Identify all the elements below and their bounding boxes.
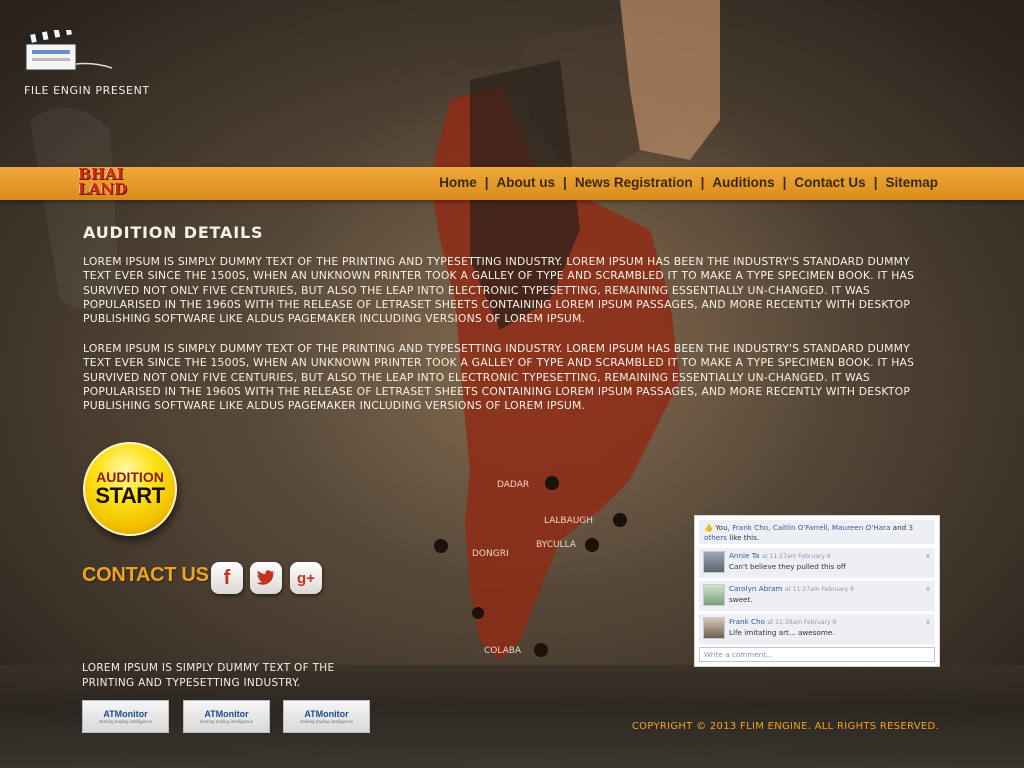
likes-summary: 👍 You, Frank Cho, Caitlin O'Farrell, Mau… — [699, 520, 935, 544]
nav-about-us[interactable]: About us — [497, 175, 556, 190]
comment-author[interactable]: Frank Cho — [729, 617, 765, 626]
contact-us-heading: CONTACT US — [82, 564, 209, 586]
partner-tagline: sharing trading intelligence — [299, 719, 354, 724]
thumbs-up-icon: 👍 — [704, 523, 713, 532]
avatar[interactable] — [703, 584, 725, 606]
close-icon[interactable]: x — [926, 551, 930, 561]
facebook-glyph: f — [223, 566, 231, 589]
facebook-comments-widget: 👍 You, Frank Cho, Caitlin O'Farrell, Mau… — [694, 515, 940, 667]
comment-item: Frank Cho at 11:30am February 9 Life imi… — [699, 614, 935, 644]
comment-text: sweet. — [729, 595, 753, 604]
likes-suffix: like this. — [729, 533, 760, 542]
partner-logo[interactable]: ATMonitor sharing trading intelligence — [283, 700, 370, 733]
content-paragraph: Lorem Ipsum is simply dummy text of the … — [83, 255, 915, 326]
likes-you: You, — [715, 523, 730, 532]
page-title: AUDITION DETAILS — [83, 223, 264, 242]
comment-author[interactable]: Annie Ta — [729, 551, 759, 560]
avatar[interactable] — [703, 617, 725, 639]
twitter-bird-icon — [256, 570, 275, 585]
map-label: DONGRI — [472, 549, 509, 559]
nav-separator: | — [484, 175, 489, 190]
comment-item: Carolyn Abram at 11:27am February 9 swee… — [699, 581, 935, 611]
google-plus-glyph: g+ — [297, 569, 315, 587]
nav-auditions[interactable]: Auditions — [712, 175, 774, 190]
map-label: DADAR — [497, 480, 530, 490]
presents-text: FILE ENGIN PRESENT — [24, 84, 150, 97]
main-nav: Home | About us | News Registration | Au… — [439, 175, 938, 190]
facebook-icon[interactable]: f — [211, 562, 243, 594]
close-icon[interactable]: x — [926, 584, 930, 594]
map-label: BYCULLA — [536, 540, 576, 550]
nav-sitemap[interactable]: Sitemap — [885, 175, 938, 190]
nav-separator: | — [782, 175, 787, 190]
twitter-icon[interactable] — [250, 562, 282, 594]
audition-start-button[interactable]: AUDITION START — [83, 442, 177, 536]
nav-news-registration[interactable]: News Registration — [575, 175, 693, 190]
copyright-text: COPYRIGHT © 2013 FLIM ENGINE. ALL RIGHTS… — [631, 721, 939, 732]
comment-time: at 11:27am February 9 — [761, 553, 831, 560]
footer-text: Lorem Ipsum is simply dummy text of the … — [82, 662, 335, 689]
partner-name: ATMonitor — [204, 709, 249, 719]
partner-tagline: sharing trading intelligence — [199, 719, 254, 724]
map-label: COLABA — [484, 646, 522, 656]
comment-text: Can't believe they pulled this off — [729, 562, 846, 571]
partner-logo[interactable]: ATMonitor sharing trading intelligence — [82, 700, 169, 733]
comment-item: Annie Ta at 11:27am February 9 Can't bel… — [699, 548, 935, 578]
clapperboard-logo-icon[interactable] — [24, 30, 114, 76]
nav-separator: | — [873, 175, 878, 190]
nav-separator: | — [700, 175, 705, 190]
start-button-label: START — [95, 483, 165, 508]
comment-text: Life imitating art... awesome. — [729, 628, 835, 637]
nav-separator: | — [563, 175, 567, 190]
partner-logo[interactable]: ATMonitor sharing trading intelligence — [183, 700, 270, 733]
brand-line-2: LAND — [78, 180, 127, 198]
audition-button-label: AUDITION — [96, 469, 164, 485]
nav-contact-us[interactable]: Contact Us — [794, 175, 865, 190]
partner-tagline: sharing trading intelligence — [98, 719, 153, 724]
brand-logo[interactable]: BHAI LAND — [78, 165, 150, 201]
close-icon[interactable]: x — [926, 617, 930, 627]
comment-time: at 11:27am February 9 — [784, 586, 854, 593]
map-label: LALBAUGH — [544, 516, 594, 526]
google-plus-icon[interactable]: g+ — [290, 562, 322, 594]
avatar[interactable] — [703, 551, 725, 573]
partner-name: ATMonitor — [103, 709, 148, 719]
nav-home[interactable]: Home — [439, 175, 477, 190]
content-paragraph: Lorem Ipsum is simply dummy text of the … — [83, 342, 915, 413]
partner-name: ATMonitor — [304, 709, 349, 719]
likes-names-link[interactable]: Frank Cho, Caitlin O'Farrell, Maureen O'… — [732, 523, 890, 532]
comment-input[interactable]: Write a comment... — [699, 647, 935, 662]
comment-time: at 11:30am February 9 — [767, 619, 837, 626]
likes-and: and — [892, 523, 907, 532]
comment-author[interactable]: Carolyn Abram — [729, 584, 783, 593]
